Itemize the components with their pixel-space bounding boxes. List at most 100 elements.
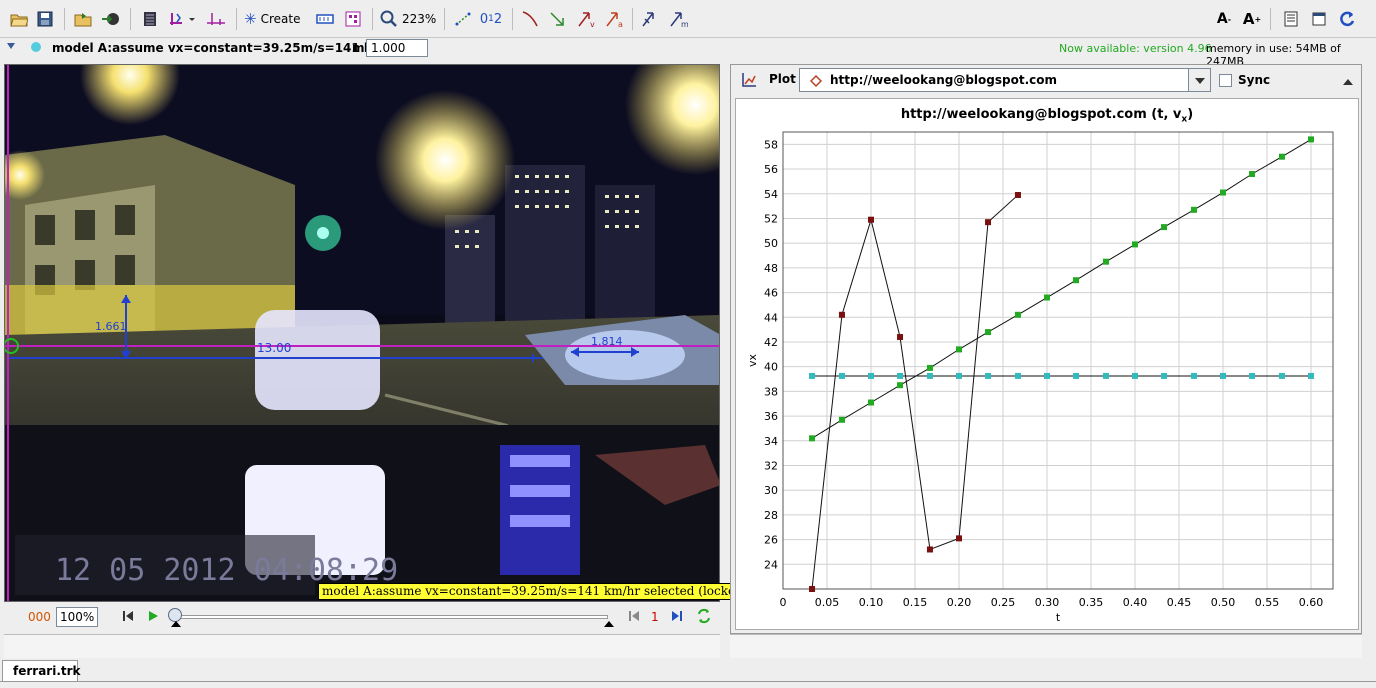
series-1-point — [1044, 294, 1050, 301]
plot-header: Plot http://weelookang@blogspot.com Sync — [731, 65, 1361, 95]
tab-ferrari[interactable]: ferrari.trk — [2, 660, 81, 682]
chevron-down-icon[interactable] — [1188, 69, 1210, 91]
y-tick-label: 50 — [764, 237, 778, 250]
vertical-vector-label: 1.661 — [95, 320, 127, 333]
series-1-point — [1308, 136, 1314, 143]
series-2-point — [1220, 372, 1226, 379]
video-frame[interactable]: 12 05 2012 04:08:29 13.00 1.661 1.814 — [5, 65, 720, 602]
plot-label[interactable]: Plot — [769, 72, 796, 86]
velocity-vectors-icon[interactable]: v — [574, 7, 598, 31]
mass-field[interactable]: 1.000 — [366, 39, 428, 57]
y-tick-label: 54 — [764, 188, 778, 201]
series-1-point — [926, 364, 933, 371]
calibration-tools-icon[interactable] — [204, 7, 228, 31]
series-1-point — [1132, 241, 1138, 248]
zoom-level: 223% — [402, 12, 437, 26]
x-tick-label: 0.45 — [1167, 596, 1192, 609]
x-tick-label: 0 — [780, 596, 787, 609]
video-status-label: model A:assume vx=constant=39.25m/s=141 … — [318, 583, 752, 600]
track-diamond-icon — [810, 75, 822, 87]
svg-text:v: v — [590, 20, 595, 28]
font-decrease-icon[interactable]: A- — [1212, 7, 1236, 31]
import-icon[interactable] — [100, 7, 122, 31]
open-icon[interactable] — [8, 7, 30, 31]
create-track-button[interactable]: ✳ Create — [244, 7, 310, 31]
open-video-icon[interactable] — [72, 7, 94, 31]
y-tick-label: 28 — [764, 509, 778, 522]
create-track-icon: ✳ — [244, 10, 257, 28]
series-2-point — [926, 372, 933, 379]
vx-vs-t-chart[interactable]: 0 0.05 0.10 0.15 0.20 0.25 0.30 0.35 0.40 0.45 0.5… — [736, 99, 1358, 629]
x-tick-label: 0.50 — [1211, 596, 1236, 609]
trails-icon[interactable] — [452, 7, 474, 31]
series-1-point — [1102, 258, 1109, 265]
series-2-point — [1249, 372, 1256, 379]
plot-panel: Plot http://weelookang@blogspot.com Sync… — [730, 64, 1362, 634]
calibration-length-label[interactable]: 13.00 — [257, 341, 291, 355]
horizontal-vector-label: 1.814 — [591, 335, 623, 348]
reset-icon[interactable] — [122, 610, 134, 625]
position-vectors-icon[interactable] — [546, 7, 570, 31]
series-2-point — [956, 372, 962, 379]
series-2-point — [809, 372, 816, 379]
font-increase-icon[interactable]: A + — [1240, 7, 1264, 31]
momentum-icon[interactable]: m — [666, 7, 690, 31]
step-size[interactable]: 1 — [651, 610, 659, 624]
series-0-point — [809, 586, 816, 592]
series-1-point — [985, 329, 992, 336]
sync-checkbox[interactable] — [1219, 74, 1232, 87]
labels-icon[interactable]: 012 — [478, 7, 504, 31]
x-tick-label: 0.60 — [1299, 596, 1324, 609]
series-2-point — [1278, 372, 1285, 379]
series-1-point — [1190, 206, 1197, 213]
y-tick-label: 38 — [764, 385, 778, 398]
series-1-point — [838, 416, 845, 423]
footprint-icon[interactable] — [342, 7, 364, 31]
slider-thumb[interactable] — [168, 608, 182, 622]
step-forward-icon[interactable] — [671, 610, 683, 625]
series-0-point — [1014, 191, 1021, 198]
series-0-point — [926, 546, 933, 553]
play-icon[interactable] — [147, 610, 159, 625]
series-1-point — [1014, 311, 1021, 318]
x-tick-label: 0.40 — [1123, 596, 1148, 609]
y-tick-label: 26 — [764, 534, 778, 547]
video-panel[interactable]: 12 05 2012 04:08:29 13.00 1.661 1.814 — [4, 64, 720, 602]
x-tick-label: 0.25 — [991, 596, 1016, 609]
series-1-point — [897, 382, 904, 389]
frame-number[interactable]: 000 — [28, 610, 51, 624]
track-select-dropdown[interactable]: http://weelookang@blogspot.com — [799, 68, 1211, 92]
series-2-point — [1308, 372, 1314, 379]
step-back-icon[interactable] — [628, 610, 640, 625]
plot-type-icon[interactable] — [741, 72, 757, 91]
plot-area[interactable]: http://weelookang@blogspot.com (t, vx) 0… — [735, 98, 1359, 630]
x-axis-label: t — [1056, 611, 1061, 624]
y-tick-label: 48 — [764, 262, 778, 275]
refresh-icon[interactable] — [1336, 7, 1358, 31]
track-name[interactable]: model A:assume vx=constant=39.25m/s=141 … — [52, 41, 403, 55]
tape-measure-icon[interactable] — [314, 7, 336, 31]
xmass-icon[interactable] — [638, 7, 662, 31]
plot-info-strip — [730, 634, 1362, 658]
clip-settings-icon[interactable] — [138, 7, 162, 31]
coordinate-axes-icon[interactable] — [168, 7, 198, 31]
frame-slider[interactable] — [168, 606, 614, 628]
x-tick-label: 0.20 — [947, 596, 972, 609]
loop-icon[interactable] — [696, 608, 712, 627]
zoom-button[interactable]: 223% — [380, 7, 438, 31]
collapse-icon[interactable] — [1343, 75, 1353, 89]
properties-icon[interactable] — [1308, 7, 1330, 31]
notes-icon[interactable] — [1280, 7, 1302, 31]
update-notice-link[interactable]: Now available: version 4.96 — [1059, 42, 1212, 55]
mass-label: m — [352, 41, 365, 55]
series-1-point — [809, 435, 816, 442]
zoom-field[interactable]: 100% — [56, 607, 98, 627]
y-tick-label: 30 — [764, 484, 778, 497]
track-select-value: http://weelookang@blogspot.com — [830, 73, 1058, 87]
acceleration-vectors-icon[interactable]: a — [602, 7, 626, 31]
player-bar: 000 100% 1 — [4, 602, 720, 632]
x-tick-label: 0.35 — [1079, 596, 1104, 609]
track-menu-arrow-icon[interactable] — [6, 41, 16, 51]
paths-icon[interactable] — [518, 7, 542, 31]
save-icon[interactable] — [34, 7, 56, 31]
